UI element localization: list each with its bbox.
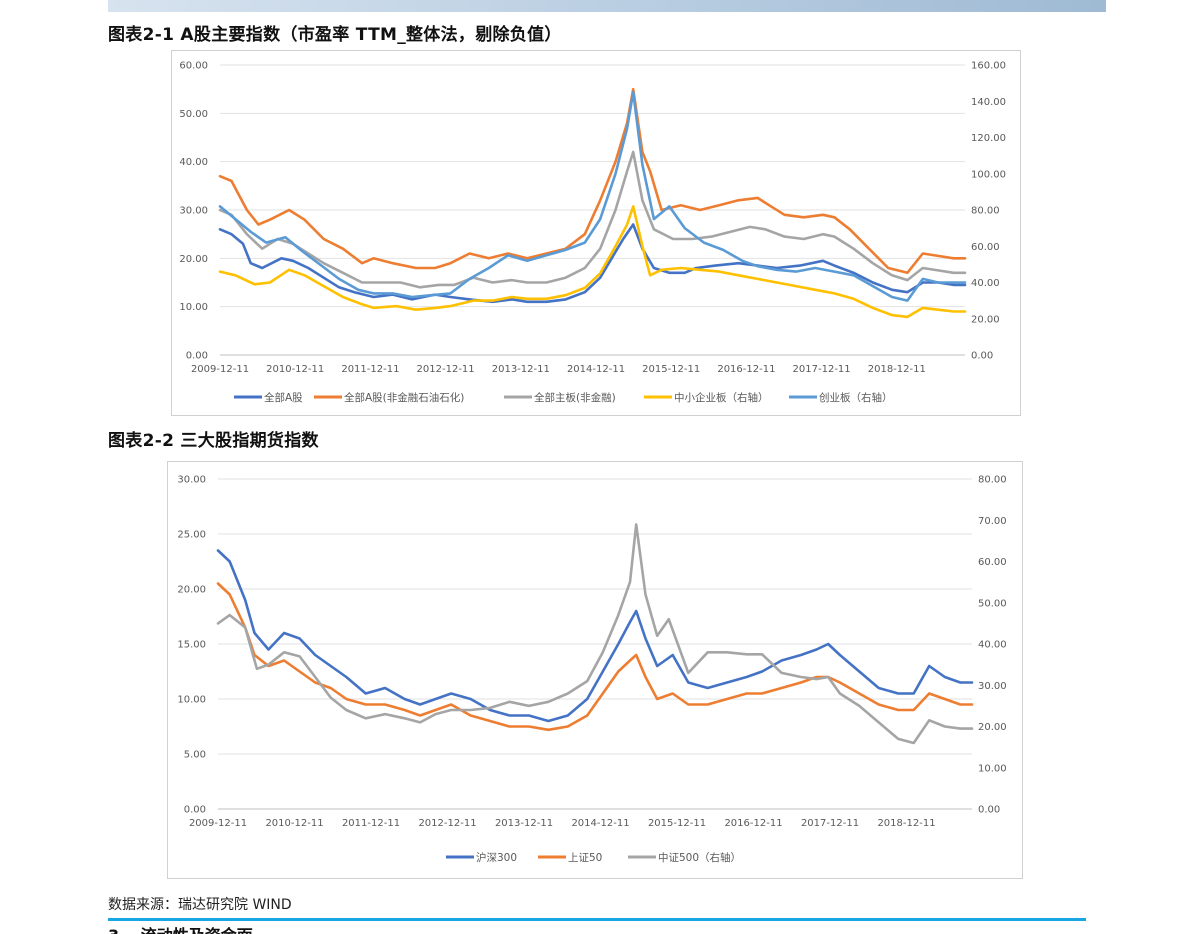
- y-right-tick-label: 40.00: [978, 640, 1007, 651]
- legend-entry: 中小企业板（右轴）: [674, 391, 769, 404]
- next-section-heading: 3、 流动性及资金面: [108, 925, 253, 934]
- chart-2-container: 0.00 5.00 10.00 15.00 20.00 25.00 30.00 0.00 10.…: [167, 461, 1023, 879]
- y-right-tick-label: 20.00: [971, 314, 1000, 325]
- y-right-tick-label: 30.00: [978, 681, 1007, 692]
- legend-entry: 沪深300: [476, 851, 517, 864]
- bottom-accent-rule: [108, 918, 1086, 921]
- y-right-tick-label: 10.00: [978, 763, 1007, 774]
- series-line-4: [218, 205, 967, 319]
- x-tick-label: 2014-12-11: [567, 364, 625, 375]
- legend-entry: 全部主板(非金融): [534, 391, 616, 404]
- x-tick-label: 2016-12-11: [724, 818, 782, 829]
- y-left-tick-label: 50.00: [179, 109, 208, 120]
- y-right-tick-label: 80.00: [971, 206, 1000, 217]
- x-tick-label: 2011-12-11: [341, 364, 399, 375]
- y-left-tick-label: 10.00: [177, 695, 206, 706]
- chart-1-svg: 0.00 10.00 20.00 30.00 40.00 50.00 60.00 0.00 20…: [179, 61, 1006, 405]
- legend-entry: 上证50: [568, 852, 602, 864]
- x-tick-label: 2013-12-11: [492, 364, 550, 375]
- y-right-tick-label: 50.00: [978, 598, 1007, 609]
- x-tick-label: 2013-12-11: [495, 818, 553, 829]
- data-source-note: 数据来源：瑞达研究院 WIND: [108, 897, 292, 913]
- x-tick-label: 2015-12-11: [642, 364, 700, 375]
- chart-1-container: 0.00 10.00 20.00 30.00 40.00 50.00 60.00 0.00 20…: [171, 50, 1021, 416]
- x-tick-label: 2017-12-11: [801, 818, 859, 829]
- legend-entry: 全部A股(非金融石油石化): [344, 391, 464, 404]
- x-tick-label: 2016-12-11: [717, 364, 775, 375]
- y-right-tick-label: 120.00: [971, 133, 1006, 144]
- y-right-tick-label: 100.00: [971, 169, 1006, 180]
- y-right-tick-label: 80.00: [978, 475, 1007, 486]
- y-left-tick-label: 15.00: [177, 640, 206, 651]
- y-right-tick-label: 0.00: [978, 805, 1000, 816]
- y-left-tick-label: 25.00: [177, 530, 206, 541]
- x-tick-label: 2012-12-11: [418, 818, 476, 829]
- x-tick-label: 2009-12-11: [191, 364, 249, 375]
- y-left-tick-label: 20.00: [179, 254, 208, 265]
- top-accent-bar: [108, 0, 1106, 12]
- series-line-2: [218, 87, 967, 275]
- y-left-tick-label: 30.00: [179, 206, 208, 217]
- y-right-tick-label: 40.00: [971, 278, 1000, 289]
- y-left-tick-label: 0.00: [186, 351, 208, 362]
- y-right-tick-label: 140.00: [971, 97, 1006, 108]
- chart-2-svg: 0.00 5.00 10.00 15.00 20.00 25.00 30.00 0.00 10.…: [177, 475, 1007, 865]
- figure-1-title: 图表2-1 A股主要指数（市盈率 TTM_整体法，剔除负值）: [108, 25, 562, 45]
- x-tick-label: 2010-12-11: [265, 818, 323, 829]
- x-tick-label: 2017-12-11: [793, 364, 851, 375]
- y-left-tick-label: 30.00: [177, 475, 206, 486]
- x-tick-label: 2015-12-11: [648, 818, 706, 829]
- y-right-tick-label: 160.00: [971, 61, 1006, 72]
- series-line-3: [216, 523, 974, 745]
- x-tick-label: 2012-12-11: [417, 364, 475, 375]
- x-tick-label: 2014-12-11: [571, 818, 629, 829]
- x-tick-label: 2011-12-11: [342, 818, 400, 829]
- x-tick-label: 2009-12-11: [189, 818, 247, 829]
- next-section-heading-text: 3、 流动性及资金面: [108, 926, 253, 934]
- legend-entry: 中证500（右轴）: [658, 851, 741, 864]
- x-tick-label: 2018-12-11: [877, 818, 935, 829]
- y-left-tick-label: 10.00: [179, 302, 208, 313]
- y-left-tick-label: 60.00: [179, 61, 208, 72]
- figure-2-title: 图表2-2 三大股指期货指数: [108, 431, 319, 451]
- x-tick-label: 2010-12-11: [266, 364, 324, 375]
- y-left-tick-label: 5.00: [184, 750, 206, 761]
- legend-entry: 全部A股: [264, 391, 303, 404]
- series-line-2: [216, 582, 974, 732]
- y-right-tick-label: 0.00: [971, 351, 993, 362]
- series-line-1: [216, 549, 974, 723]
- y-right-tick-label: 60.00: [978, 557, 1007, 568]
- series-line-5: [218, 90, 967, 302]
- x-tick-label: 2018-12-11: [868, 364, 926, 375]
- y-right-tick-label: 60.00: [971, 242, 1000, 253]
- y-right-tick-label: 70.00: [978, 516, 1007, 527]
- legend-entry: 创业板（右轴）: [819, 391, 893, 404]
- y-right-tick-label: 20.00: [978, 722, 1007, 733]
- y-left-tick-label: 40.00: [179, 157, 208, 168]
- y-left-tick-label: 0.00: [184, 805, 206, 816]
- y-left-tick-label: 20.00: [177, 585, 206, 596]
